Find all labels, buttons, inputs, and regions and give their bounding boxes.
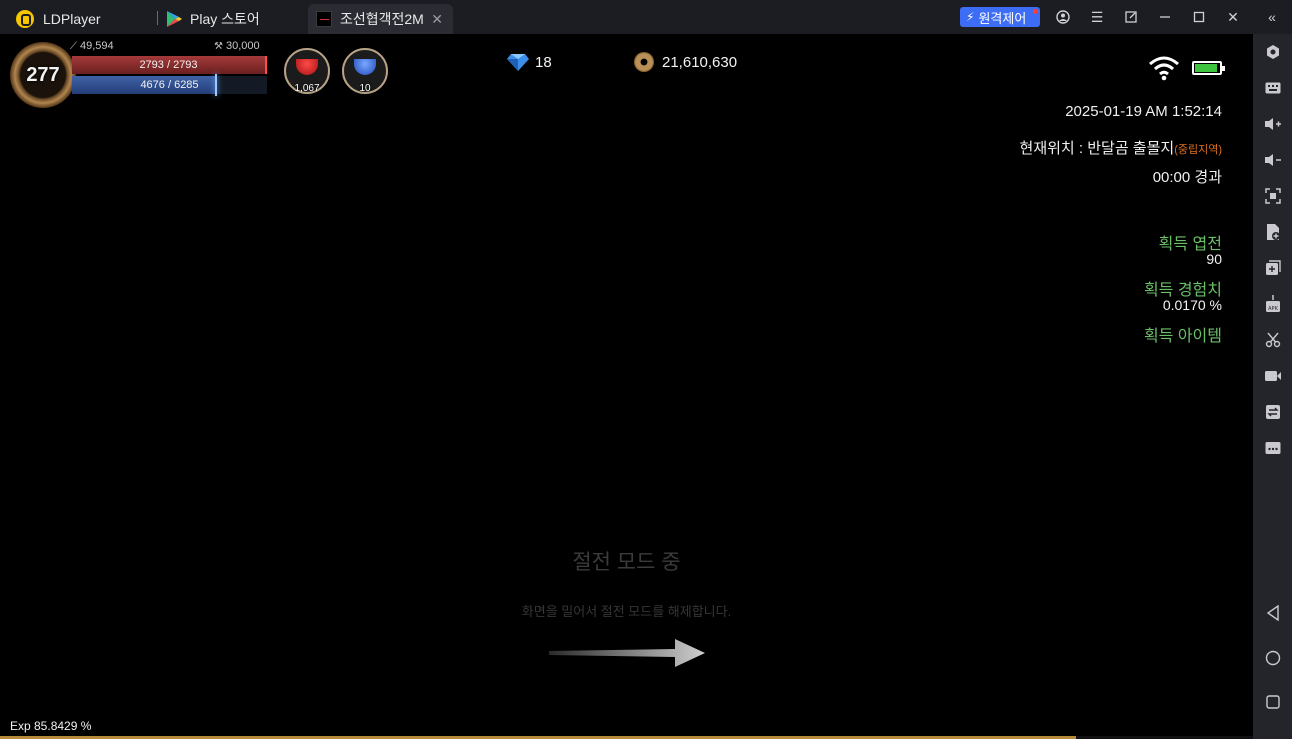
gold-currency: 21,610,630: [634, 52, 737, 72]
lightning-icon: ⚡: [966, 10, 975, 24]
sync-icon[interactable]: [1262, 401, 1284, 423]
diamond-currency: 18: [506, 52, 552, 72]
tab-divider: [157, 11, 158, 25]
menu-icon[interactable]: ☰: [1088, 8, 1106, 26]
close-tab-icon[interactable]: ✕: [431, 11, 443, 28]
blue-potion-icon: [354, 59, 376, 75]
tab-play-store[interactable]: Play 스토어: [160, 4, 306, 34]
maximize-icon[interactable]: [1190, 8, 1208, 26]
close-window-icon[interactable]: ✕: [1224, 8, 1242, 26]
neutral-zone-tag: (중립지역): [1174, 144, 1222, 156]
red-potion-slot[interactable]: 1,067: [284, 48, 330, 94]
pickaxe-icon: ⚒: [214, 40, 223, 52]
blue-potion-slot[interactable]: 10: [342, 48, 388, 94]
gold-count: 21,610,630: [662, 53, 738, 71]
current-location: 현재위치 : 반달곰 출몰지(중립지역): [1020, 137, 1222, 158]
recent-apps-icon[interactable]: [1262, 691, 1284, 713]
gained-exp-value: 0.0170 %: [1162, 297, 1222, 313]
remote-control-button[interactable]: ⚡ 원격제어: [960, 7, 1040, 27]
current-datetime: 2025-01-19 AM 1:52:14: [1065, 103, 1222, 120]
exp-percentage: Exp 85.8429 %: [10, 719, 92, 733]
swipe-arrow-icon[interactable]: [549, 639, 705, 667]
remote-control-label: 원격제어: [978, 10, 1027, 26]
battery-icon: [1192, 61, 1225, 75]
account-icon[interactable]: [1054, 8, 1072, 26]
tab-label: 조선협객전2M: [340, 11, 424, 27]
diamond-icon: [507, 54, 529, 71]
notification-dot: [1033, 9, 1038, 14]
scissors-icon[interactable]: [1262, 329, 1284, 351]
volume-up-icon[interactable]: [1262, 113, 1284, 135]
add-apk-icon[interactable]: [1262, 221, 1284, 243]
power-saving-title: 절전 모드 중: [572, 551, 681, 574]
gained-coins-value: 90: [1206, 251, 1222, 267]
diamond-count: 18: [535, 53, 552, 71]
ldplayer-logo-icon: [16, 10, 34, 28]
red-potion-count: 1,067: [294, 83, 320, 94]
keyboard-icon[interactable]: [1262, 77, 1284, 99]
battery-level: [1195, 64, 1217, 72]
tab-label: LDPlayer: [43, 11, 101, 27]
hp-bar: 2793 / 2793: [72, 56, 267, 74]
tab-game[interactable]: 조선협객전2M ✕: [308, 4, 453, 34]
back-icon[interactable]: [1262, 602, 1284, 624]
device-status: [1148, 55, 1225, 81]
emulator-toolbar: APK: [1253, 34, 1292, 739]
popout-icon[interactable]: [1122, 8, 1140, 26]
more-icon[interactable]: [1262, 437, 1284, 459]
defense-value: 30,000: [225, 40, 260, 52]
mp-text: 4676 / 6285: [140, 79, 199, 91]
sword-icon: ⟋: [70, 40, 77, 52]
defense-power: ⚒ 30,000: [214, 40, 260, 52]
tab-ldplayer[interactable]: LDPlayer: [10, 4, 160, 34]
power-saving-hint: 화면을 밀어서 절전 모드를 해제합니다.: [521, 604, 732, 619]
gained-items-label: 획득 아이템: [1143, 328, 1222, 345]
collapse-sidebar-icon[interactable]: «: [1263, 8, 1281, 26]
tab-label: Play 스토어: [190, 11, 260, 27]
settings-hex-icon[interactable]: [1262, 41, 1284, 63]
blue-potion-count: 10: [359, 83, 371, 94]
game-thumbnail-icon: [316, 11, 332, 27]
title-bar: LDPlayer Play 스토어 조선협객전2M ✕ ⚡ 원격제어 ☰ ✕ «: [0, 0, 1292, 34]
attack-power: ⟋ 49,594: [70, 40, 114, 52]
elapsed-time: 00:00 경과: [1152, 169, 1222, 186]
svg-text:APK: APK: [1268, 306, 1278, 312]
install-apk-icon[interactable]: APK: [1262, 293, 1284, 315]
record-video-icon[interactable]: [1262, 365, 1284, 387]
volume-down-icon[interactable]: [1262, 149, 1284, 171]
character-level: 277: [26, 63, 60, 86]
fullscreen-icon[interactable]: [1262, 185, 1284, 207]
mp-bar: 4676 / 6285: [72, 74, 267, 96]
minimize-icon[interactable]: [1156, 8, 1174, 26]
red-potion-icon: [296, 59, 318, 75]
play-store-icon: [167, 11, 182, 27]
wifi-icon: [1149, 56, 1179, 81]
attack-value: 49,594: [80, 40, 114, 52]
location-label: 현재위치 : 반달곰 출몰지: [1019, 140, 1175, 157]
multi-instance-icon[interactable]: [1262, 257, 1284, 279]
coin-icon: [634, 52, 654, 72]
hp-text: 2793 / 2793: [139, 59, 198, 71]
home-icon[interactable]: [1262, 647, 1284, 669]
